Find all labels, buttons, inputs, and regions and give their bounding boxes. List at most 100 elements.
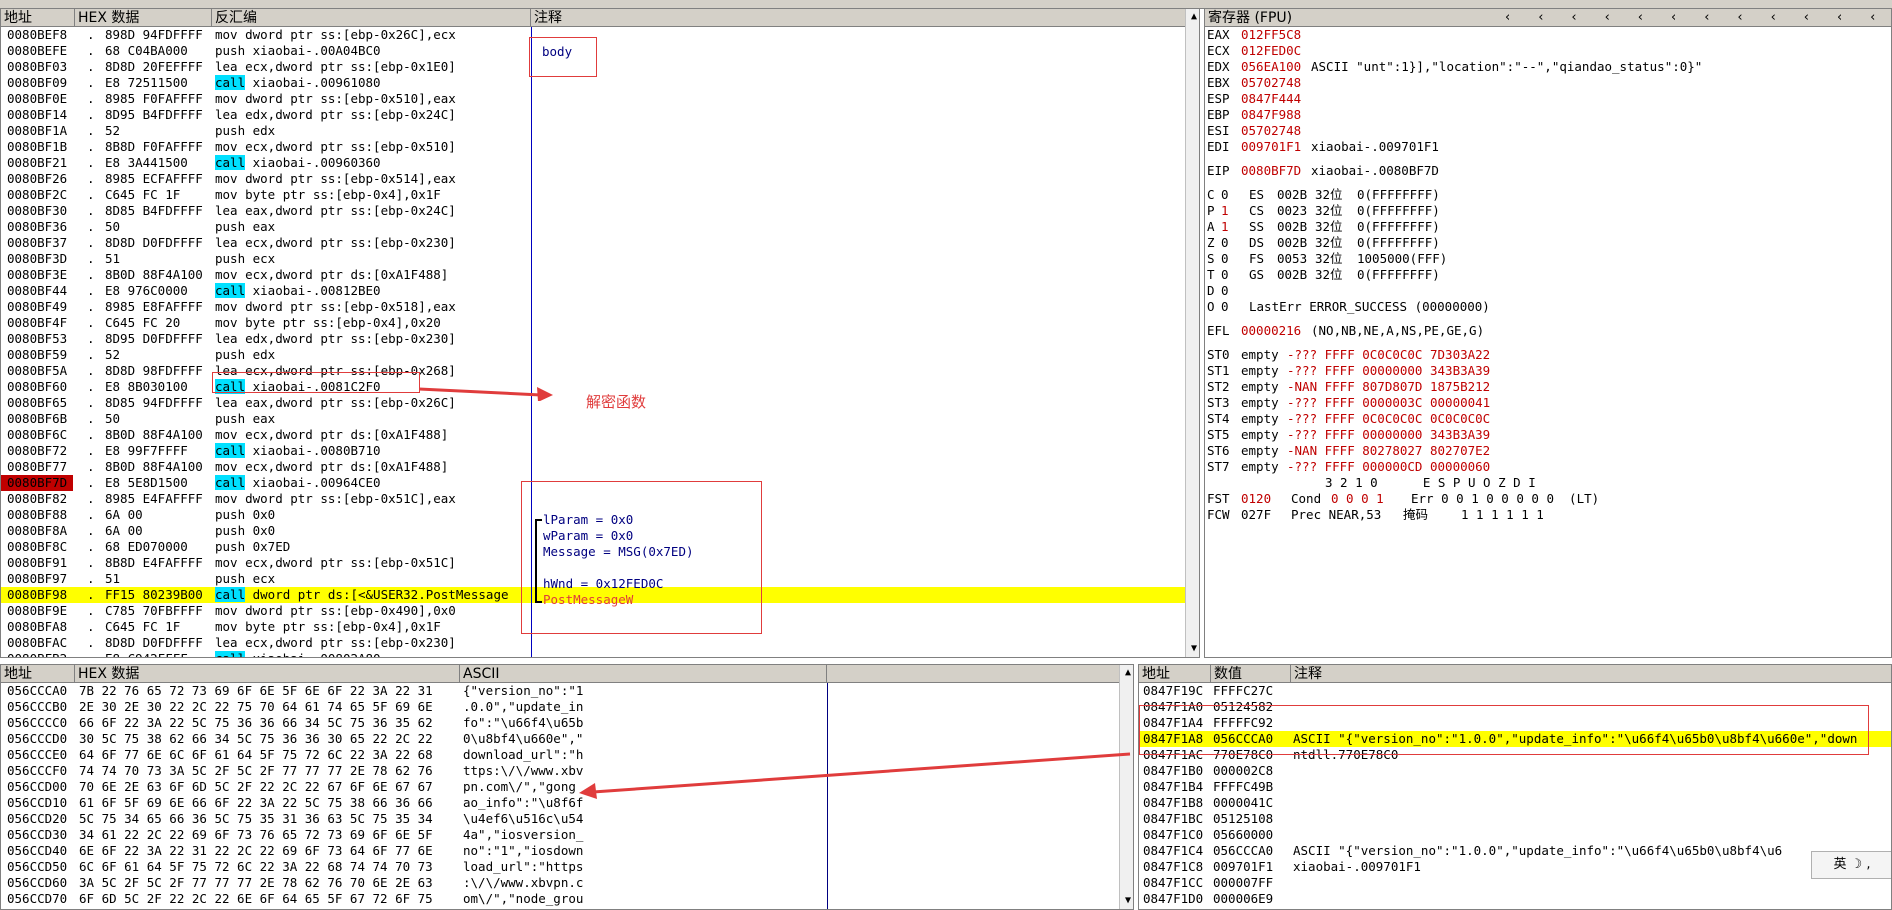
flag-row[interactable]: P 1 CS 0023 32位 0(FFFFFFFF) [1207,203,1891,219]
flag-value[interactable]: 0 [1221,283,1235,299]
stack-row[interactable]: 0847F1CC 000007FF [1139,875,1891,891]
stack-row[interactable]: 0847F1C8 009701F1 xiaobai-.009701F1 [1139,859,1891,875]
fpu-st-value[interactable]: -??? FFFF 000000CD 00000060 [1287,459,1687,475]
stack-value[interactable]: 000007FF [1213,875,1289,891]
stack-row[interactable]: 0847F1B4 FFFFC49B [1139,779,1891,795]
dump-ascii[interactable]: 0\u8bf4\u660e"," [463,731,827,747]
register-value[interactable]: 05702748 [1241,75,1311,91]
dump-row[interactable]: 056CCD30 34 61 22 2C 22 69 6F 73 76 65 72… [1,827,1119,843]
fpu-st-row[interactable]: ST1 empty -??? FFFF 00000000 343B3A39 [1207,363,1891,379]
dump-hex[interactable]: 66 6F 22 3A 22 5C 75 36 36 66 34 5C 75 3… [79,715,459,731]
col-header-hex[interactable]: HEX 数据 [75,9,212,27]
dump-hex[interactable]: 61 6F 5F 69 6E 66 6F 22 3A 22 5C 75 38 6… [79,795,459,811]
dump-ascii[interactable]: \u4ef6\u516c\u54 [463,811,827,827]
disasm-row[interactable]: 0080BF1A. 52 push edx [1,123,1185,139]
scroll-down-icon[interactable]: ▼ [1186,641,1199,657]
fpu-st-value[interactable]: -??? FFFF 00000000 343B3A39 [1287,427,1687,443]
col-header-address[interactable]: 地址 [1,9,75,27]
flag-row[interactable]: O 0 LastErr ERROR_SUCCESS (00000000) [1207,299,1891,315]
stack-value[interactable]: 05125108 [1213,811,1289,827]
dump-hex[interactable]: 34 61 22 2C 22 69 6F 73 76 65 72 73 69 6… [79,827,459,843]
disasm-row[interactable]: 0080BF49. 8985 E8FAFFFF mov dword ptr ss:[… [1,299,1185,315]
register-row[interactable]: ESP 0847F444 [1207,91,1891,107]
disasm-row[interactable]: 0080BF26. 8985 ECFAFFFF mov dword ptr ss:[… [1,171,1185,187]
dump-ascii[interactable]: .0.0","update_in [463,699,827,715]
flag-value[interactable]: 0 [1221,267,1235,283]
dump-hex[interactable]: 6C 6F 61 64 5F 75 72 6C 22 3A 22 68 74 7… [79,859,459,875]
disassembly-pane[interactable]: 地址 HEX 数据 反汇编 注释 0080BEF8. 898D 94FDFFFF m… [0,8,1200,658]
disasm-row[interactable]: 0080BF44. E8 976C0000 call xiaobai-.00812B… [1,283,1185,299]
dump-row[interactable]: 056CCCD0 30 5C 75 38 62 66 34 5C 75 36 36… [1,731,1119,747]
dump-hex[interactable]: 6F 6D 5C 2F 22 2C 22 6E 6F 64 65 5F 67 7… [79,891,459,907]
dump-row[interactable]: 056CCD60 3A 5C 2F 5C 2F 77 77 77 2E 78 62… [1,875,1119,891]
disasm-row[interactable]: 0080BF6B. 50 push eax [1,411,1185,427]
disasm-row[interactable]: 0080BF72. E8 99F7FFFF call xiaobai-.0080B7… [1,443,1185,459]
register-row[interactable]: ESI 05702748 [1207,123,1891,139]
register-row[interactable]: ECX 012FED0C [1207,43,1891,59]
flag-value[interactable]: 0 [1221,187,1235,203]
register-value[interactable]: 012FF5C8 [1241,27,1311,43]
stack-row[interactable]: 0847F1B8 0000041C [1139,795,1891,811]
dump-col-header-hex[interactable]: HEX 数据 [75,665,460,683]
dump-ascii[interactable]: {"version_no":"1 [463,683,827,699]
stack-col-header-value[interactable]: 数值 [1211,665,1291,683]
dump-col-header-address[interactable]: 地址 [1,665,75,683]
fpu-st-row[interactable]: ST6 empty -NAN FFFF 80278027 802707E2 [1207,443,1891,459]
disasm-row[interactable]: 0080BF30. 8D85 B4FDFFFF lea eax,dword ptr … [1,203,1185,219]
register-value[interactable]: 0080BF7D [1241,163,1311,179]
dump-scroll-up-icon[interactable]: ▲ [1120,665,1133,681]
fpu-st-value[interactable]: -NAN FFFF 807D807D 1875B212 [1287,379,1687,395]
disasm-row[interactable]: 0080BF1B. 8B8D F0FAFFFF mov ecx,dword ptr … [1,139,1185,155]
dump-hex[interactable]: 30 5C 75 38 62 66 34 5C 75 36 36 30 65 2… [79,731,459,747]
dump-ascii[interactable]: fo":"\u66f4\u65b [463,715,827,731]
dump-scroll-down-icon[interactable]: ▼ [1120,893,1133,909]
disasm-row[interactable]: 0080BF3D. 51 push ecx [1,251,1185,267]
disasm-row[interactable]: 0080BF36. 50 push eax [1,219,1185,235]
disasm-row[interactable]: 0080BF21. E8 3A441500 call xiaobai-.009603… [1,155,1185,171]
dump-hex[interactable]: 74 74 70 73 3A 5C 2F 5C 2F 77 77 77 2E 7… [79,763,459,779]
dump-hex[interactable]: 5C 75 34 65 66 36 5C 75 35 31 36 63 5C 7… [79,811,459,827]
stack-value[interactable]: 0000041C [1213,795,1289,811]
fcw-value[interactable]: 027F [1241,507,1281,523]
disasm-row[interactable]: 0080BF6C. 8B0D 88F4A100 mov ecx,dword ptr … [1,427,1185,443]
flag-value[interactable]: 0 [1221,235,1235,251]
register-value[interactable]: 012FED0C [1241,43,1311,59]
fpu-st-row[interactable]: ST5 empty -??? FFFF 00000000 343B3A39 [1207,427,1891,443]
dump-row[interactable]: 056CCCB0 2E 30 2E 30 22 2C 22 75 70 64 61… [1,699,1119,715]
fpu-st-row[interactable]: ST4 empty -??? FFFF 0C0C0C0C 0C0C0C0C [1207,411,1891,427]
stack-col-header-address[interactable]: 地址 [1139,665,1211,683]
stack-row[interactable]: 0847F1D0 000006E9 [1139,891,1891,907]
fpu-st-value[interactable]: -??? FFFF 0000003C 00000041 [1287,395,1687,411]
dump-ascii[interactable]: 4a","iosversion_ [463,827,827,843]
ime-indicator[interactable]: 英 ☽ , [1811,851,1891,879]
fpu-st-value[interactable]: -??? FFFF 00000000 343B3A39 [1287,363,1687,379]
registers-header[interactable]: 寄存器 (FPU) ‹‹‹‹‹‹‹‹‹‹‹‹ [1205,9,1891,27]
disasm-row[interactable]: 0080BF37. 8D8D D0FDFFFF lea ecx,dword ptr … [1,235,1185,251]
fpu-st-value[interactable]: -??? FFFF 0C0C0C0C 0C0C0C0C [1287,411,1687,427]
dump-col-header-ascii[interactable]: ASCII [460,665,827,683]
dump-row[interactable]: 056CCD70 6F 6D 5C 2F 22 2C 22 6E 6F 64 65… [1,891,1119,907]
disasm-row[interactable]: 0080BF0E. 8985 F0FAFFFF mov dword ptr ss:[… [1,91,1185,107]
flag-value[interactable]: 1 [1221,219,1235,235]
stack-row[interactable]: 0847F1C0 05660000 [1139,827,1891,843]
fst-row[interactable]: FST 0120 Cond 0 0 0 1 Err 0 0 1 0 0 0 0 0 (L… [1207,491,1891,507]
stack-value[interactable]: 05660000 [1213,827,1289,843]
flag-value[interactable]: 0 [1221,251,1235,267]
fpu-st-row[interactable]: ST0 empty -??? FFFF 0C0C0C0C 7D303A22 [1207,347,1891,363]
stack-row[interactable]: 0847F1B0 000002C8 [1139,763,1891,779]
disasm-row[interactable]: 0080BF09. E8 72511500 call xiaobai-.009610… [1,75,1185,91]
disasm-row[interactable]: 0080BFB2. E8 C942FFFF call xiaobai-.00802A… [1,651,1185,657]
flag-row[interactable]: D0 [1207,283,1891,299]
dump-ascii[interactable]: :\/\/www.xbvpn.c [463,875,827,891]
disasm-row[interactable]: 0080BF14. 8D95 B4FDFFFF lea edx,dword ptr … [1,107,1185,123]
register-row[interactable]: EFL 00000216 (NO,NB,NE,A,NS,PE,GE,G) [1207,323,1891,339]
disasm-row[interactable]: 0080BF5A. 8D8D 98FDFFFF lea ecx,dword ptr … [1,363,1185,379]
register-value[interactable]: 05702748 [1241,123,1311,139]
stack-value[interactable]: 000002C8 [1213,763,1289,779]
dump-row[interactable]: 056CCD40 6E 6F 22 3A 22 31 22 2C 22 69 6F… [1,843,1119,859]
register-row[interactable]: EDI 009701F1 xiaobai-.009701F1 [1207,139,1891,155]
col-header-disasm[interactable]: 反汇编 [212,9,531,27]
col-header-comment[interactable]: 注释 [531,9,1187,27]
disasm-row[interactable]: 0080BF3E. 8B0D 88F4A100 mov ecx,dword ptr … [1,267,1185,283]
flag-row[interactable]: S 0 FS 0053 32位 1005000(FFF) [1207,251,1891,267]
